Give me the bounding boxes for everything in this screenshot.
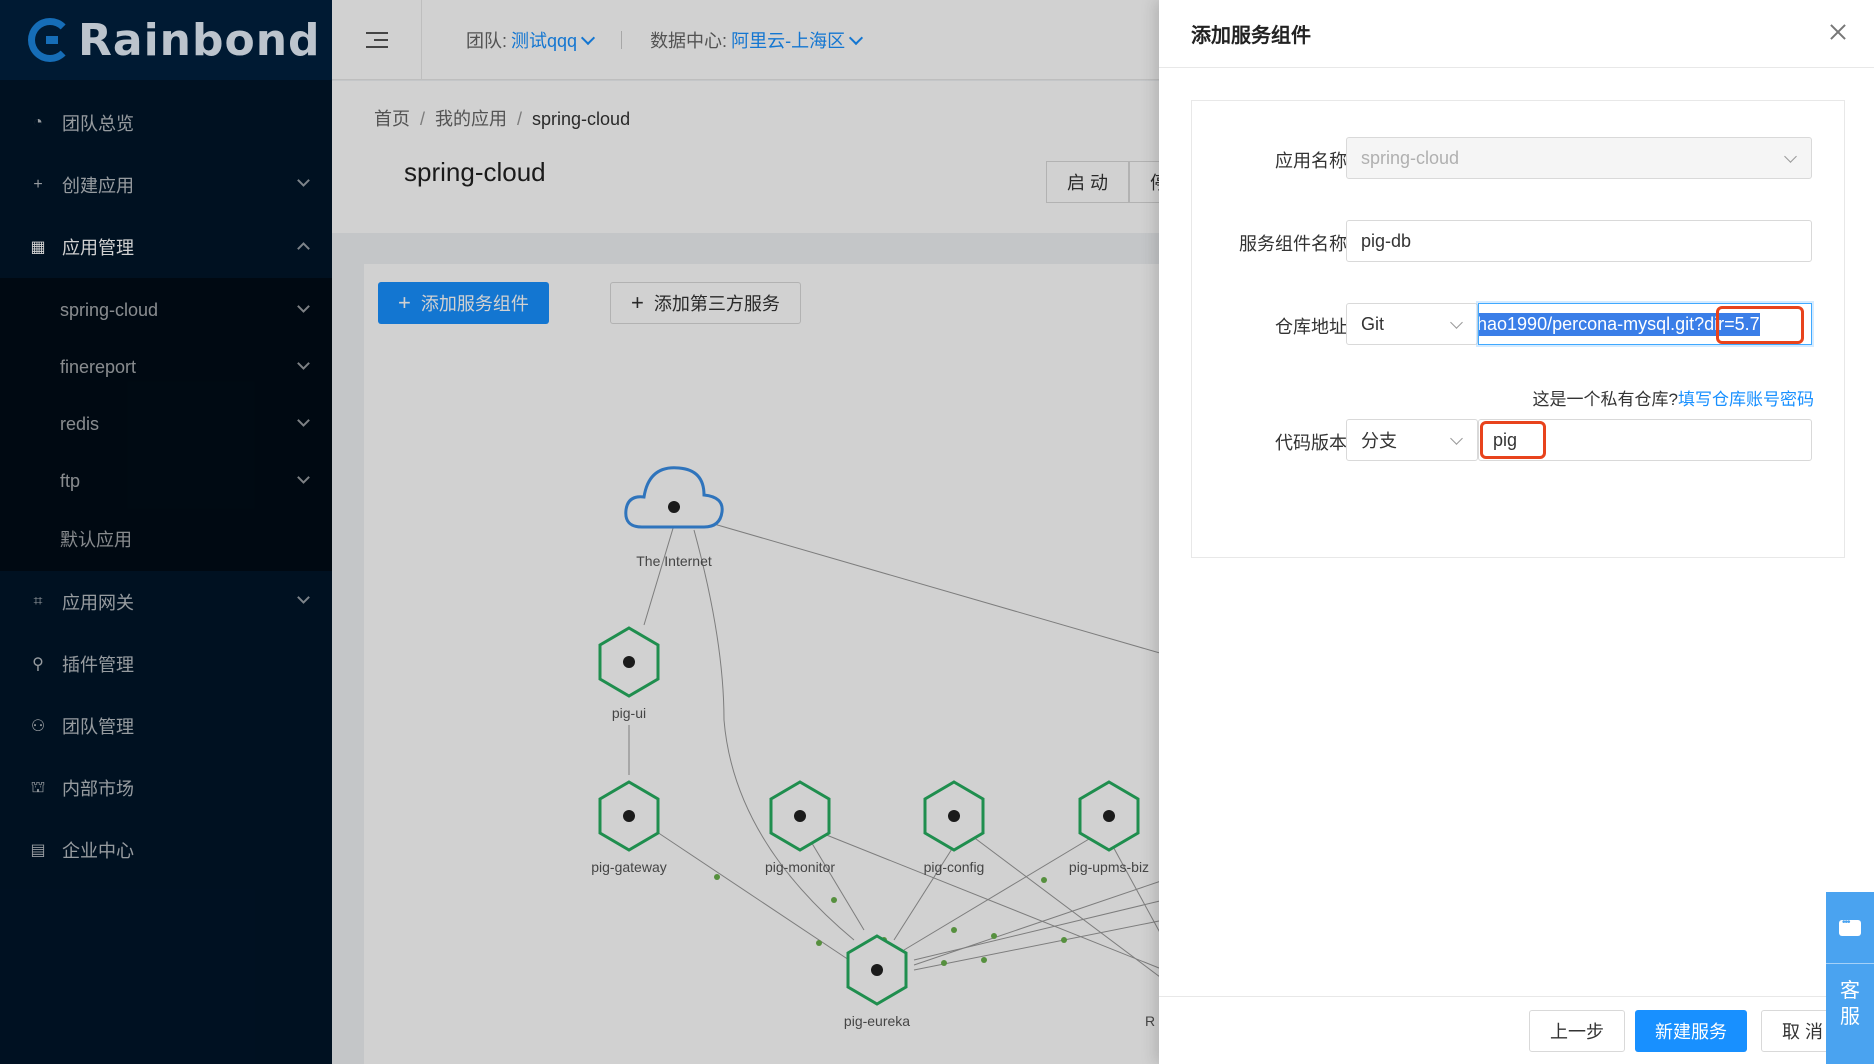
private-repo-hint: 这是一个私有仓库?填写仓库账号密码 bbox=[1533, 385, 1814, 410]
chat-bubble-icon bbox=[1839, 917, 1861, 936]
chevron-down-icon bbox=[1450, 432, 1463, 445]
highlight-annotation bbox=[1716, 306, 1804, 344]
add-component-drawer: 添加服务组件 应用名称: spring-cloud 服务组件名称: pig-db… bbox=[1159, 0, 1874, 1064]
version-type-value: 分支 bbox=[1361, 431, 1397, 451]
create-service-button[interactable]: 新建服务 bbox=[1635, 1010, 1747, 1052]
chevron-down-icon bbox=[1784, 150, 1797, 163]
app-name-label: 应用名称: bbox=[1274, 151, 1352, 171]
repo-type-select[interactable]: Git bbox=[1346, 303, 1478, 345]
app-name-select: spring-cloud bbox=[1346, 137, 1812, 179]
version-label: 代码版本: bbox=[1274, 433, 1352, 453]
version-type-select[interactable]: 分支 bbox=[1346, 419, 1478, 461]
repo-type-value: Git bbox=[1361, 313, 1385, 334]
close-icon[interactable] bbox=[1826, 20, 1850, 44]
customer-service-widget[interactable]: 客服 bbox=[1826, 892, 1874, 1064]
chevron-down-icon bbox=[1450, 316, 1463, 329]
app-name-value: spring-cloud bbox=[1361, 147, 1460, 168]
component-name-input[interactable]: pig-db bbox=[1346, 220, 1812, 262]
highlight-annotation bbox=[1480, 421, 1546, 459]
component-form: 应用名称: spring-cloud 服务组件名称: pig-db 仓库地址: … bbox=[1191, 100, 1845, 558]
support-label: 服 bbox=[1840, 1006, 1860, 1028]
private-hint-text: 这是一个私有仓库? bbox=[1532, 390, 1678, 409]
support-label: 客 bbox=[1840, 980, 1860, 1002]
repo-label: 仓库地址: bbox=[1274, 317, 1352, 337]
fill-credentials-link[interactable]: 填写仓库账号密码 bbox=[1678, 390, 1814, 409]
component-name-value: pig-db bbox=[1361, 230, 1412, 251]
component-name-label: 服务组件名称: bbox=[1238, 234, 1352, 254]
prev-step-button[interactable]: 上一步 bbox=[1529, 1010, 1625, 1052]
drawer-title: 添加服务组件 bbox=[1159, 0, 1874, 68]
drawer-footer: 上一步 新建服务 取 消 bbox=[1159, 996, 1874, 1064]
